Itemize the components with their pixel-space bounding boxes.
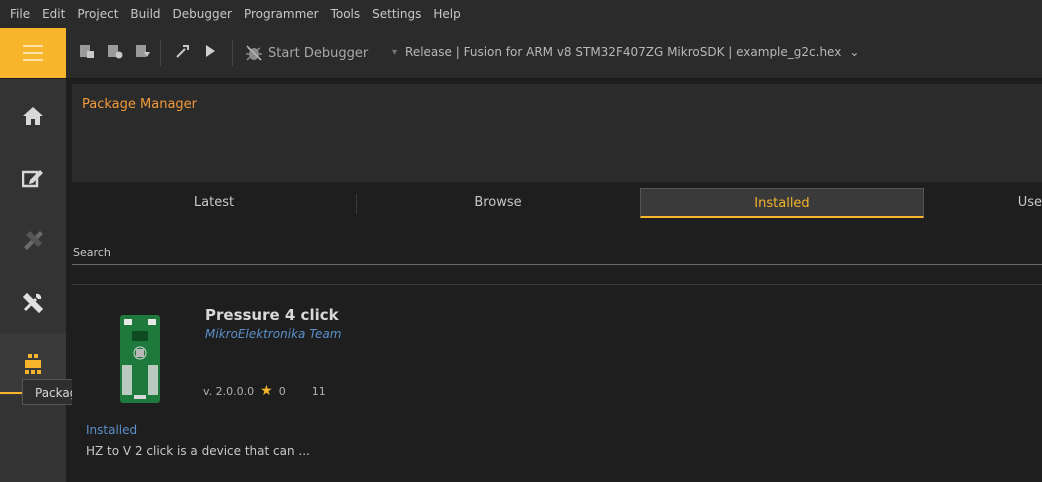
toolbar: Start Debugger ▾ Release | Fusion for AR… [0, 28, 1042, 79]
build-config-select[interactable]: ▾ Release | Fusion for ARM v8 STM32F407Z… [392, 45, 859, 59]
tab-installed[interactable]: Installed [640, 188, 924, 218]
edit-icon [22, 170, 43, 188]
rebuild-icon[interactable] [134, 42, 152, 60]
search-input[interactable] [72, 244, 1034, 261]
tab-latest[interactable]: Latest [72, 188, 356, 218]
package-rating: 0 [278, 384, 286, 398]
config-bullet-icon: ▾ [392, 46, 398, 58]
packages-icon [25, 354, 41, 374]
bug-icon [246, 45, 262, 61]
build-project-icon[interactable] [106, 42, 124, 60]
package-version: v. 2.0.0.0 [203, 384, 255, 398]
start-debugger-button[interactable]: Start Debugger [244, 44, 368, 62]
package-name: Pressure 4 click [205, 306, 339, 324]
hamburger-menu-button[interactable] [0, 28, 66, 78]
menu-file[interactable]: File [8, 7, 32, 21]
menu-edit[interactable]: Edit [40, 7, 67, 21]
sidebar [0, 79, 66, 482]
sidebar-item-home[interactable] [0, 85, 66, 147]
package-tabs: Latest Browse Installed Use [72, 188, 1042, 218]
home-icon [23, 107, 43, 125]
menu-settings[interactable]: Settings [370, 7, 423, 21]
sidebar-item-design[interactable] [0, 209, 66, 271]
package-downloads: 11 [311, 384, 326, 398]
package-card[interactable]: Pressure 4 click MikroElektronika Team v… [72, 289, 1042, 469]
design-tools-icon [24, 231, 43, 250]
menu-bar: File Edit Project Build Debugger Program… [0, 0, 1042, 28]
package-manager-header: Package Manager [72, 84, 1042, 182]
divider [72, 284, 1042, 285]
run-icon[interactable] [201, 42, 219, 60]
package-description: HZ to V 2 click is a device that can ... [86, 444, 310, 458]
menu-programmer[interactable]: Programmer [242, 7, 321, 21]
sidebar-item-tools[interactable] [0, 271, 66, 333]
config-label: Release | Fusion for ARM v8 STM32F407ZG … [405, 45, 842, 59]
build-icon[interactable] [78, 42, 96, 60]
package-manager-panel: Package Manager Latest Browse Installed … [72, 84, 1042, 482]
menu-debugger[interactable]: Debugger [171, 7, 234, 21]
star-icon: ★ [260, 383, 273, 399]
menu-tools[interactable]: Tools [329, 7, 363, 21]
package-meta: v. 2.0.0.0 ★ 0 11 [203, 383, 326, 399]
menu-project[interactable]: Project [75, 7, 120, 21]
tab-browse[interactable]: Browse [356, 188, 640, 218]
chevron-down-icon: ⌄ [849, 45, 860, 59]
search-field [72, 244, 1042, 265]
toolbar-separator [160, 40, 161, 66]
tab-used[interactable]: Use [924, 188, 1042, 218]
package-board-image [120, 315, 160, 403]
menu-build[interactable]: Build [128, 7, 162, 21]
hammer-icon[interactable] [173, 42, 191, 60]
sidebar-item-edit[interactable] [0, 147, 66, 209]
start-debugger-label: Start Debugger [268, 45, 369, 61]
toolbar-separator [232, 40, 233, 66]
menu-help[interactable]: Help [431, 7, 462, 21]
package-status: Installed [86, 423, 138, 437]
package-author[interactable]: MikroElektronika Team [205, 327, 341, 341]
wrench-screwdriver-icon [22, 292, 44, 313]
page-title: Package Manager [82, 97, 198, 112]
